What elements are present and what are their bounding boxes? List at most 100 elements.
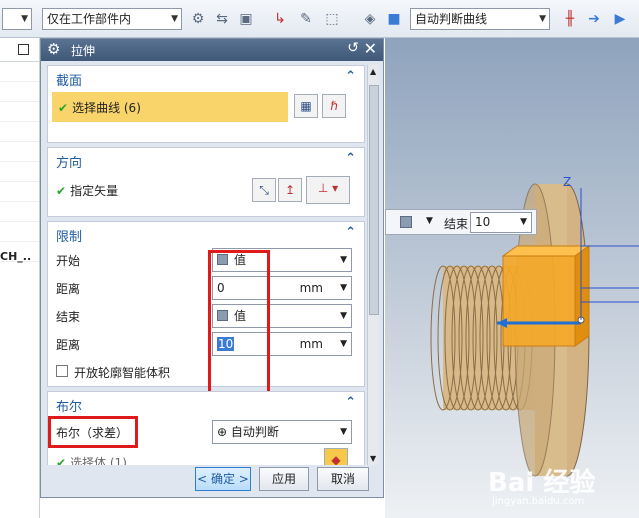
dialog-titlebar: ⚙ 拉伸 ↺ ✕: [41, 39, 383, 61]
snap-icon[interactable]: ⚙: [188, 9, 208, 29]
boolean-group: 布尔 ⌃ 布尔（求差） ⊕ 自动判断 ▼ ✔ 选择体 (1) ◆: [47, 391, 365, 465]
select-body-text: 选择体 (1): [70, 456, 127, 465]
open-profile-checkbox[interactable]: [56, 365, 68, 377]
play-icon[interactable]: ▶: [610, 9, 630, 29]
arrow-right-icon[interactable]: ➔: [584, 9, 604, 29]
navigator-row[interactable]: [0, 82, 39, 102]
section-title: 截面: [56, 74, 83, 89]
end-handle-label: 结束: [444, 217, 469, 231]
select-curve-highlight[interactable]: ✔ 选择曲线 (6): [52, 92, 288, 122]
chevron-down-icon: ▼: [520, 217, 527, 227]
navigator-row[interactable]: [0, 62, 39, 82]
scroll-up-icon[interactable]: ▲: [370, 67, 376, 76]
navigator-row[interactable]: [0, 142, 39, 162]
curve-rule-select[interactable]: 自动判断曲线 ▼: [410, 8, 550, 30]
section-group: 截面 ⌃ ✔ 选择曲线 (6) ▦ ℏ: [47, 65, 365, 143]
navigator-row[interactable]: [0, 202, 39, 222]
limits-header[interactable]: 限制 ⌃: [48, 222, 364, 246]
cancel-button[interactable]: 取消: [317, 467, 369, 491]
end-distance-label: 距离: [56, 338, 81, 352]
chevron-up-icon[interactable]: ⌃: [345, 151, 356, 166]
navigator-row[interactable]: [0, 122, 39, 142]
boolean-row: 布尔（求差） ⊕ 自动判断 ▼: [48, 416, 364, 448]
end-handle-value: 10: [475, 215, 491, 229]
vector-dialog-icon[interactable]: ↥: [278, 178, 302, 202]
eraser-icon[interactable]: ◈: [360, 9, 380, 29]
cube-icon[interactable]: [400, 216, 412, 228]
select-body-label: ✔ 选择体 (1): [56, 454, 127, 465]
end-handle-input[interactable]: 10 ▼: [470, 212, 532, 233]
body-select-icon[interactable]: ◆: [324, 448, 348, 465]
gear-icon[interactable]: ⚙: [47, 40, 60, 58]
chevron-down-icon[interactable]: ▼: [426, 216, 433, 226]
boolean-type-dropdown[interactable]: ⊕ 自动判断 ▼: [212, 420, 352, 444]
direction-group: 方向 ⌃ ✔ 指定矢量 ⤡ ↥ ⊥ ▾: [47, 147, 365, 217]
chevron-down-icon: ▼: [340, 311, 347, 321]
face-icon[interactable]: ✎: [296, 9, 316, 29]
stop-icon[interactable]: ╫: [560, 9, 580, 29]
curve-icon[interactable]: ↳: [270, 9, 290, 29]
chevron-up-icon[interactable]: ⌃: [345, 225, 356, 240]
sketch-section-icon[interactable]: ▦: [294, 94, 318, 118]
navigator-row[interactable]: [0, 222, 39, 242]
dialog-scrollbar[interactable]: ▲ ▼: [367, 65, 379, 465]
navigator-row[interactable]: [0, 102, 39, 122]
scroll-down-icon[interactable]: ▼: [370, 454, 376, 463]
reverse-direction-icon[interactable]: ⤡: [252, 178, 276, 202]
boolean-op-icon: ⊕: [217, 425, 231, 439]
boolean-title: 布尔: [56, 400, 83, 415]
chevron-up-icon[interactable]: ⌃: [345, 395, 356, 410]
chevron-up-icon[interactable]: ⌃: [345, 69, 356, 84]
start-distance-row: 距离 0 mm ▼: [48, 274, 364, 302]
end-unit: mm: [299, 337, 323, 351]
navigator-item-text[interactable]: CH_..: [0, 250, 31, 263]
scope-filter-select[interactable]: 仅在工作部件内 ▼: [42, 8, 182, 30]
curve-select-icon[interactable]: ℏ: [322, 94, 346, 118]
vector-type-dropdown[interactable]: ⊥ ▾: [306, 176, 350, 204]
dialog-content: 截面 ⌃ ✔选择曲线 (6) ▦ ℏ 方向 ⌃ ✔指定矢量 ⤡ ↥ ⊥ ▾: [47, 65, 365, 465]
top-toolbar: ▼ 仅在工作部件内 ▼ ⚙ ⇆ ▣ ↳ ✎ ⬚ ◈ ■ 自动判断曲线 ▼ ╫ ➔…: [0, 0, 639, 38]
part-navigator: CH_..: [0, 38, 40, 518]
filter-icon[interactable]: ▣: [236, 9, 256, 29]
select-body-row[interactable]: ✔ 选择体 (1) ◆: [48, 448, 364, 465]
select-curve-label: ✔ 选择曲线 (6): [58, 99, 141, 116]
model-render: Z: [430, 175, 639, 477]
graphics-viewport[interactable]: Z: [385, 38, 639, 518]
red-highlight-box: [48, 416, 138, 448]
z-axis-label: Z: [563, 175, 571, 189]
apply-button[interactable]: 应用: [259, 467, 309, 491]
point-icon[interactable]: ⇆: [212, 9, 232, 29]
close-icon[interactable]: ✕: [364, 39, 377, 58]
cube-icon[interactable]: ■: [384, 9, 404, 29]
navigator-row[interactable]: [0, 182, 39, 202]
red-highlight-box: [208, 250, 270, 396]
maximize-icon[interactable]: [18, 44, 29, 55]
type-filter-select[interactable]: ▼: [2, 8, 32, 30]
specify-vector-text: 指定矢量: [70, 184, 119, 198]
select-curve-row[interactable]: ✔ 选择曲线 (6) ▦ ℏ: [48, 90, 364, 126]
end-distance-handle-bar: ▼ 结束 10 ▼: [385, 209, 537, 235]
section-header[interactable]: 截面 ⌃: [48, 66, 364, 90]
boolean-type-value: 自动判断: [230, 425, 279, 439]
select-rect-icon[interactable]: ⬚: [322, 9, 342, 29]
ok-button[interactable]: < 确定 >: [195, 467, 251, 491]
reset-icon[interactable]: ↺: [347, 40, 359, 56]
open-profile-row[interactable]: 开放轮廓智能体积: [48, 358, 364, 384]
limits-title: 限制: [56, 230, 83, 245]
end-label: 结束: [56, 310, 81, 324]
direction-title: 方向: [56, 156, 83, 171]
curve-rule-value: 自动判断曲线: [415, 12, 488, 26]
navigator-row[interactable]: [0, 162, 39, 182]
select-curve-text: 选择曲线 (6): [72, 101, 141, 115]
check-icon: ✔: [56, 456, 67, 465]
start-distance-label: 距离: [56, 282, 81, 296]
chevron-down-icon: ▼: [340, 427, 347, 437]
specify-vector-row[interactable]: ✔ 指定矢量 ⤡ ↥ ⊥ ▾: [48, 172, 364, 212]
check-icon: ✔: [56, 184, 67, 198]
limits-group: 限制 ⌃ 开始 值 ▼ 距离 0 mm ▼ 结束 值 ▼ 距离 10 mm ▼ …: [47, 221, 365, 396]
direction-header[interactable]: 方向 ⌃: [48, 148, 364, 172]
end-row: 结束 值 ▼: [48, 302, 364, 330]
end-distance-row: 距离 10 mm ▼: [48, 330, 364, 358]
scroll-thumb[interactable]: [369, 85, 379, 315]
boolean-header[interactable]: 布尔 ⌃: [48, 392, 364, 416]
